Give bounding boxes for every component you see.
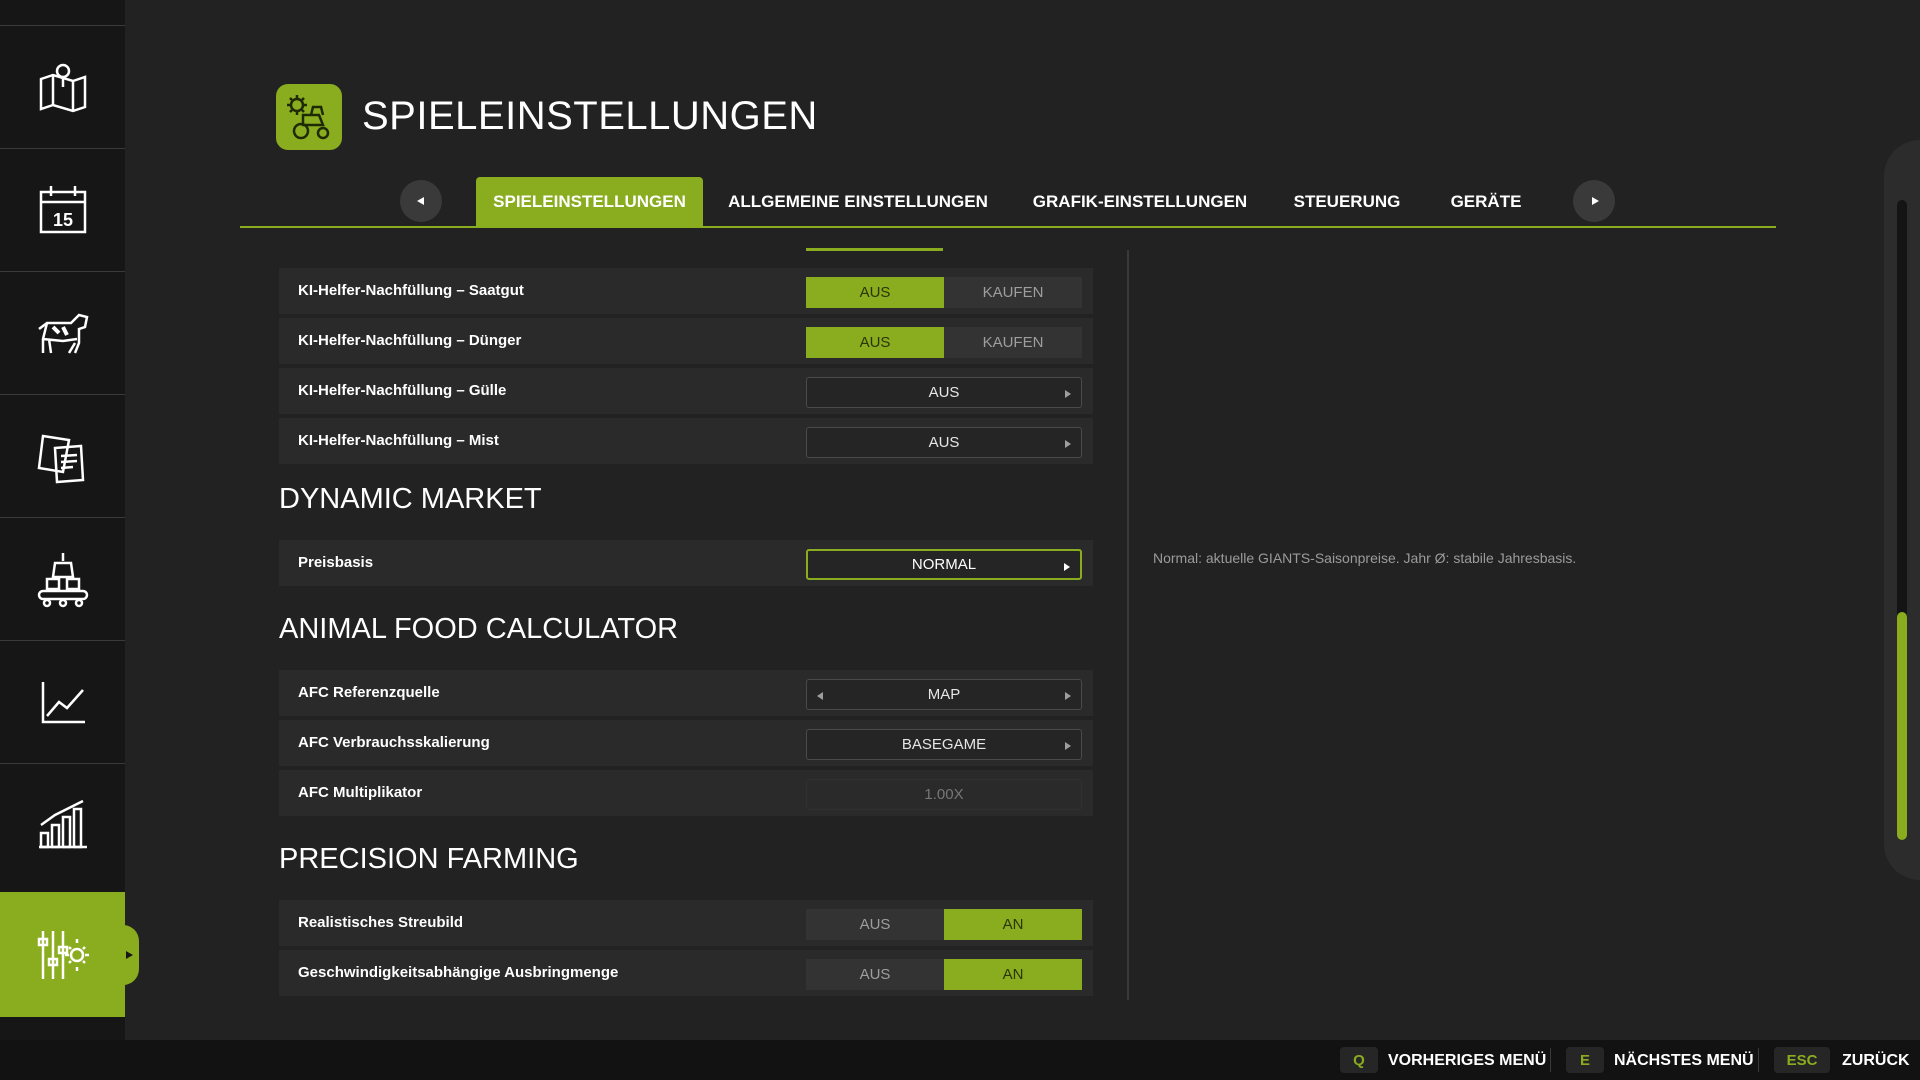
tab-spieleinstellungen[interactable]: SPIELEINSTELLUNGEN [476,177,703,227]
arrow-right-icon[interactable] [1065,692,1071,700]
section-title-precision-farming: PRECISION FARMING [279,843,579,875]
tab-geraete[interactable]: GERÄTE [1436,177,1536,227]
setting-row-ki-duenger: KI-Helfer-Nachfüllung – Dünger AUS KAUFE… [279,318,1093,364]
setting-row-ausbringmenge: Geschwindigkeitsabhängige Ausbringmenge … [279,950,1093,996]
active-indicator [123,924,139,985]
scrolled-row-remnant [806,248,943,251]
option-an[interactable]: AN [944,959,1082,990]
selector-value: MAP [927,686,961,703]
option-kaufen[interactable]: KAUFEN [944,277,1082,308]
selector-preisbasis[interactable]: NORMAL [806,549,1082,580]
toggle-ki-duenger[interactable]: AUS KAUFEN [806,327,1082,358]
settings-list[interactable]: KI-Helfer-Nachfüllung – Saatgut AUS KAUF… [279,248,1093,1000]
prices-chart-icon [41,682,85,724]
sidebar-item-production[interactable] [0,517,125,640]
sidebar-item-animals[interactable] [0,271,125,394]
panel-divider [1127,250,1129,1000]
selector-afc-referenzquelle[interactable]: MAP [806,679,1082,710]
setting-label: KI-Helfer-Nachfüllung – Saatgut [298,282,524,299]
setting-label: Realistisches Streubild [298,914,464,931]
section-title-afc: ANIMAL FOOD CALCULATOR [279,613,679,645]
tab-steuerung[interactable]: STEUERUNG [1282,177,1412,227]
map-icon [39,63,86,113]
toggle-ausbringmenge[interactable]: AUS AN [806,959,1082,990]
selector-value: AUS [928,434,960,451]
toggle-streubild[interactable]: AUS AN [806,909,1082,940]
option-kaufen[interactable]: KAUFEN [944,327,1082,358]
sidebar-item-prices[interactable] [0,640,125,763]
setting-label: Geschwindigkeitsabhängige Ausbringmenge [298,964,619,981]
arrow-right-icon[interactable] [1065,390,1071,398]
help-text: Normal: aktuelle GIANTS-Saisonpreise. Ja… [1153,550,1577,566]
option-aus[interactable]: AUS [806,909,944,940]
setting-row-preisbasis: Preisbasis NORMAL [279,540,1093,586]
sidebar-item-contracts[interactable] [0,394,125,517]
page-title: SPIELEINSTELLUNGEN [362,94,818,138]
sidebar-item-map[interactable] [0,25,125,148]
setting-label: KI-Helfer-Nachfüllung – Mist [298,432,499,449]
section-title-dynamic-market: DYNAMIC MARKET [279,483,542,515]
arrow-right-icon[interactable] [1065,742,1071,750]
setting-row-ki-guelle: KI-Helfer-Nachfüllung – Gülle AUS [279,368,1093,414]
key-esc[interactable]: ESC [1774,1047,1830,1073]
setting-row-ki-mist: KI-Helfer-Nachfüllung – Mist AUS [279,418,1093,464]
setting-label: AFC Verbrauchsskalierung [298,734,490,751]
option-an[interactable]: AN [944,909,1082,940]
settings-icon [37,930,89,979]
footer-back[interactable]: ZURÜCK [1842,1052,1910,1070]
selector-value: AUS [928,384,960,401]
sidebar-item-statistics[interactable] [0,763,125,886]
option-aus[interactable]: AUS [806,959,944,990]
sidebar: 15 [0,0,139,1040]
footer-divider [1758,1048,1759,1072]
setting-row-streubild: Realistisches Streubild AUS AN [279,900,1093,946]
footer-prev-menu[interactable]: VORHERIGES MENÜ [1388,1052,1546,1070]
tab-next-button[interactable] [1573,180,1615,222]
setting-label: Preisbasis [298,554,374,571]
setting-row-afc-multiplikator: AFC Multiplikator 1.00X [279,770,1093,816]
sidebar-item-settings[interactable] [0,892,139,1017]
footer-divider [1550,1048,1551,1072]
tab-underline [240,226,1776,228]
arrow-right-icon[interactable] [1064,563,1070,571]
selector-ki-mist[interactable]: AUS [806,427,1082,458]
selector-value: 1.00X [924,786,964,803]
tab-prev-button[interactable] [400,180,442,222]
toggle-ki-saatgut[interactable]: AUS KAUFEN [806,277,1082,308]
setting-label: AFC Multiplikator [298,784,423,801]
statistics-icon [38,799,87,849]
contracts-icon [37,434,84,484]
tab-allgemeine-einstellungen[interactable]: ALLGEMEINE EINSTELLUNGEN [718,177,998,227]
option-aus[interactable]: AUS [806,277,944,308]
footer-next-menu[interactable]: NÄCHSTES MENÜ [1614,1052,1754,1070]
selector-afc-multiplikator: 1.00X [806,779,1082,810]
selector-value: NORMAL [911,556,977,573]
setting-label: AFC Referenzquelle [298,684,440,701]
animals-icon [37,313,88,354]
setting-row-ki-saatgut: KI-Helfer-Nachfüllung – Saatgut AUS KAUF… [279,268,1093,314]
key-e[interactable]: E [1566,1047,1604,1073]
setting-row-afc-referenzquelle: AFC Referenzquelle MAP [279,670,1093,716]
tab-grafik-einstellungen[interactable]: GRAFIK-EINSTELLUNGEN [1020,177,1260,227]
setting-label: KI-Helfer-Nachfüllung – Gülle [298,382,507,399]
arrow-right-icon[interactable] [1065,440,1071,448]
option-aus[interactable]: AUS [806,327,944,358]
setting-label: KI-Helfer-Nachfüllung – Dünger [298,332,522,349]
production-icon [37,553,88,608]
selector-ki-guelle[interactable]: AUS [806,377,1082,408]
tractor-gear-icon [276,84,342,150]
setting-row-afc-verbrauchsskalierung: AFC Verbrauchsskalierung BASEGAME [279,720,1093,766]
svg-text:15: 15 [52,210,72,230]
selector-value: BASEGAME [901,736,987,753]
calendar-icon: 15 [39,186,86,234]
selector-afc-verbrauchsskalierung[interactable]: BASEGAME [806,729,1082,760]
sidebar-item-calendar[interactable]: 15 [0,148,125,271]
key-q[interactable]: Q [1340,1047,1378,1073]
arrow-left-icon[interactable] [817,692,823,700]
scrollbar-thumb[interactable] [1897,612,1907,840]
